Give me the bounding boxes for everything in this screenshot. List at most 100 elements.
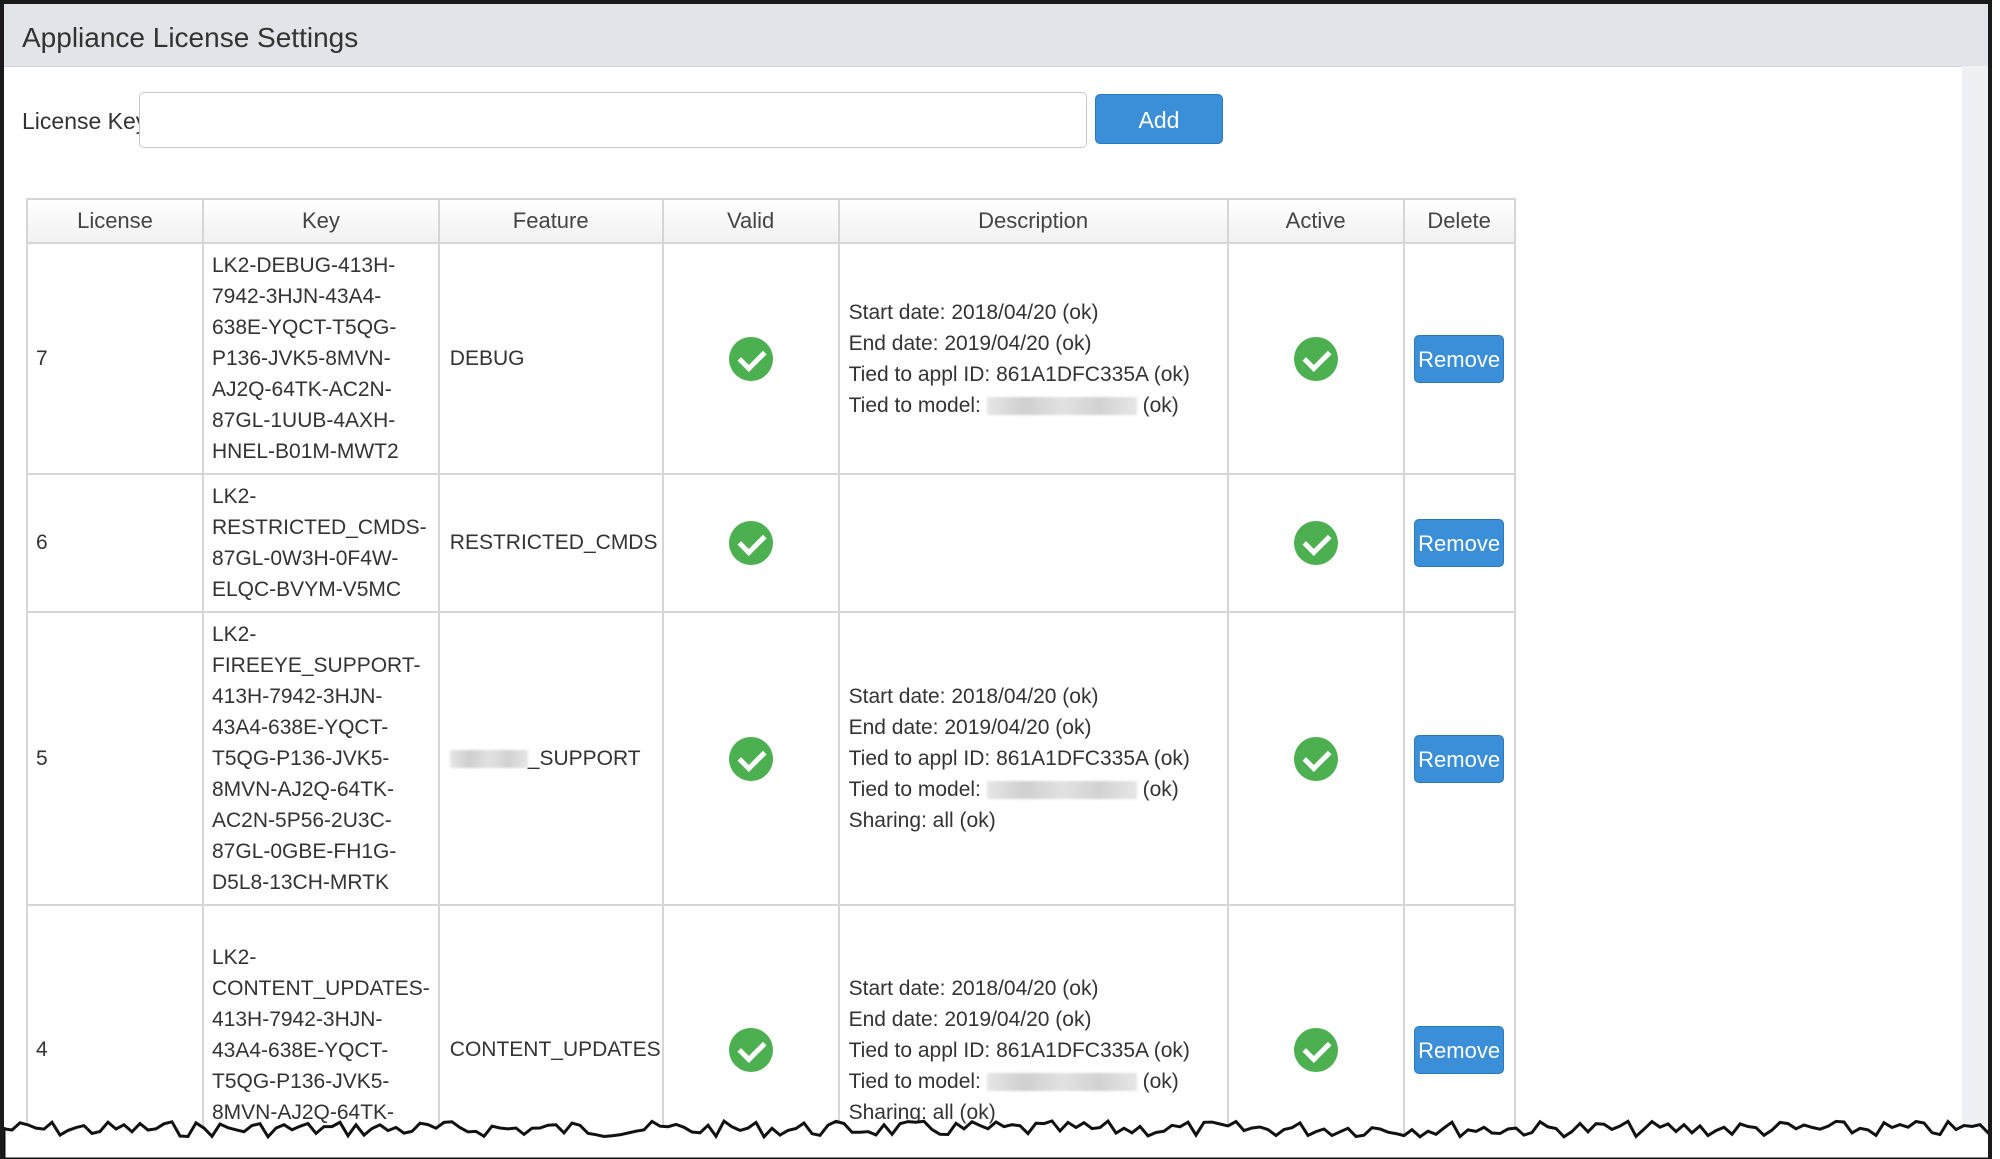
desc-value: 861A1DFC335A (ok) bbox=[996, 362, 1190, 386]
license-settings-window: Appliance License Settings License Key: … bbox=[0, 0, 1992, 1159]
remove-button[interactable]: Remove bbox=[1414, 734, 1505, 783]
key-line: LK2- bbox=[212, 623, 257, 646]
desc-label: Tied to appl ID: bbox=[848, 1038, 991, 1062]
key-line: 43A4-638E-YQCT- bbox=[212, 716, 389, 739]
license-key: LK2- RESTRICTED_CMDS- 87GL-0W3H-0F4W- ELQC-… bbox=[202, 473, 440, 613]
col-license: License bbox=[26, 198, 204, 244]
col-valid: Valid bbox=[661, 198, 840, 244]
key-line: ELQC-BVYM-V5MC bbox=[212, 578, 402, 601]
delete-cell: Remove bbox=[1402, 242, 1516, 475]
check-circle-icon bbox=[1293, 336, 1338, 381]
key-line: LK2-DEBUG-413H- bbox=[212, 254, 396, 277]
feature-cell: RESTRICTED_CMDS bbox=[437, 473, 664, 613]
license-key-input[interactable] bbox=[139, 92, 1087, 148]
key-line: CONTENT_UPDATES- bbox=[212, 976, 430, 1000]
table-row: 6 LK2- RESTRICTED_CMDS- 87GL-0W3H-0F4W- ELQ… bbox=[26, 473, 1516, 613]
panel-side-strip bbox=[1962, 66, 1988, 1159]
key-line: FIREEYE_SUPPORT- bbox=[212, 654, 421, 677]
desc-label: Tied to appl ID: bbox=[848, 362, 991, 386]
desc-label: Start date: bbox=[848, 976, 946, 1000]
key-line: 8MVN-AJ2Q-64TK- bbox=[212, 778, 395, 801]
delete-cell: Remove bbox=[1402, 473, 1516, 613]
desc-value: 2018/04/20 (ok) bbox=[951, 685, 1099, 708]
desc-value: 2019/04/20 (ok) bbox=[944, 1007, 1092, 1031]
key-line: HNEL-B01M-MWT2 bbox=[212, 440, 399, 463]
desc-value: 2019/04/20 (ok) bbox=[944, 716, 1092, 739]
key-line: AC2N-5P56-2U3C- bbox=[212, 809, 392, 832]
remove-button[interactable]: Remove bbox=[1414, 519, 1505, 567]
feature-text: CONTENT_UPDATES bbox=[449, 1038, 661, 1061]
check-circle-icon bbox=[728, 336, 773, 381]
desc-value: all (ok) bbox=[932, 809, 996, 832]
key-line: AJ2Q-64TK-AC2N- bbox=[212, 378, 392, 401]
key-line: 638E-YQCT-T5QG- bbox=[212, 316, 397, 339]
delete-cell: Remove bbox=[1402, 611, 1516, 906]
table-row: 7 LK2-DEBUG-413H- 7942-3HJN-43A4- 638E-YQC… bbox=[26, 242, 1516, 475]
valid-cell bbox=[661, 611, 840, 906]
license-number: 6 bbox=[26, 473, 204, 613]
desc-line: Tied to model: (ok) bbox=[849, 774, 1226, 805]
key-line: T5QG-P136-JVK5- bbox=[212, 747, 390, 770]
desc-line: Tied to appl ID: 861A1DFC335A (ok) bbox=[849, 743, 1226, 774]
check-circle-icon bbox=[1293, 736, 1338, 781]
key-line: 87GL-0W3H-0F4W- bbox=[212, 547, 399, 570]
check-circle-icon bbox=[1293, 521, 1338, 565]
license-key-label: License Key: bbox=[22, 108, 154, 134]
add-license-button[interactable]: Add License bbox=[1095, 94, 1223, 183]
desc-line: End date: 2019/04/20 (ok) bbox=[849, 328, 1226, 359]
feature-cell: DEBUG bbox=[437, 242, 664, 475]
description-cell: Start date: 2018/04/20 (ok) End date: 201… bbox=[837, 611, 1229, 906]
desc-label: Tied to model: bbox=[848, 778, 981, 801]
key-line: 87GL-0GBE-FH1G- bbox=[212, 840, 397, 863]
desc-line: Start date: 2018/04/20 (ok) bbox=[849, 297, 1226, 328]
desc-label: Start date: bbox=[848, 685, 946, 708]
panel-title: Appliance License Settings bbox=[22, 22, 359, 53]
desc-line: Tied to model: (ok) bbox=[849, 390, 1226, 421]
remove-button[interactable]: Remove bbox=[1414, 334, 1505, 383]
key-line: 7942-3HJN-43A4- bbox=[212, 285, 382, 308]
table-header-row: License Key Feature Valid Description Ac… bbox=[26, 198, 1516, 244]
desc-label: End date: bbox=[848, 331, 939, 355]
desc-line: Start date: 2018/04/20 (ok) bbox=[849, 973, 1226, 1004]
key-line: P136-JVK5-8MVN- bbox=[212, 347, 391, 370]
active-cell bbox=[1226, 611, 1405, 906]
feature-cell: _SUPPORT bbox=[437, 611, 664, 906]
col-delete: Delete bbox=[1402, 198, 1516, 244]
license-key: LK2- FIREEYE_SUPPORT- 413H-7942-3HJN- 43A4-… bbox=[202, 611, 440, 906]
key-line: 87GL-1UUB-4AXH- bbox=[212, 409, 396, 432]
description-cell: Start date: 2018/04/20 (ok) End date: 201… bbox=[837, 242, 1229, 475]
desc-label: Start date: bbox=[848, 300, 946, 324]
desc-line: Tied to model: (ok) bbox=[849, 1066, 1226, 1097]
valid-cell bbox=[661, 242, 840, 475]
desc-label: Sharing: bbox=[848, 809, 927, 832]
key-line: D5L8-13CH-MRTK bbox=[212, 871, 389, 894]
desc-value: 861A1DFC335A (ok) bbox=[996, 1038, 1190, 1062]
desc-line: End date: 2019/04/20 (ok) bbox=[849, 712, 1226, 743]
license-key: LK2-DEBUG-413H- 7942-3HJN-43A4- 638E-YQCT-… bbox=[202, 242, 440, 475]
key-line: LK2- bbox=[212, 945, 257, 969]
col-active: Active bbox=[1226, 198, 1405, 244]
desc-line: Start date: 2018/04/20 (ok) bbox=[849, 681, 1226, 712]
col-description: Description bbox=[837, 198, 1229, 244]
desc-value: 861A1DFC335A (ok) bbox=[996, 747, 1190, 770]
feature-text: RESTRICTED_CMDS bbox=[449, 531, 658, 554]
desc-line: End date: 2019/04/20 (ok) bbox=[849, 1004, 1226, 1035]
panel-header: Appliance License Settings bbox=[4, 4, 1988, 67]
desc-line: Tied to appl ID: 861A1DFC335A (ok) bbox=[849, 1035, 1226, 1066]
redacted-model bbox=[986, 396, 1137, 415]
key-line: T5QG-P136-JVK5- bbox=[212, 1069, 390, 1093]
desc-label: End date: bbox=[848, 716, 939, 739]
redacted-text bbox=[449, 749, 528, 768]
key-line: RESTRICTED_CMDS- bbox=[212, 516, 427, 539]
key-line: 413H-7942-3HJN- bbox=[212, 685, 383, 708]
desc-value: (ok) bbox=[1142, 778, 1179, 801]
check-circle-icon bbox=[728, 736, 773, 781]
remove-button[interactable]: Remove bbox=[1414, 1026, 1505, 1074]
description-cell bbox=[837, 473, 1229, 613]
torn-edge bbox=[4, 1118, 1988, 1159]
license-table: License Key Feature Valid Description Ac… bbox=[26, 198, 1516, 1159]
key-line: 413H-7942-3HJN- bbox=[212, 1007, 383, 1031]
desc-label: Tied to model: bbox=[848, 1069, 981, 1093]
desc-value: (ok) bbox=[1142, 393, 1179, 417]
feature-text: DEBUG bbox=[449, 346, 525, 370]
